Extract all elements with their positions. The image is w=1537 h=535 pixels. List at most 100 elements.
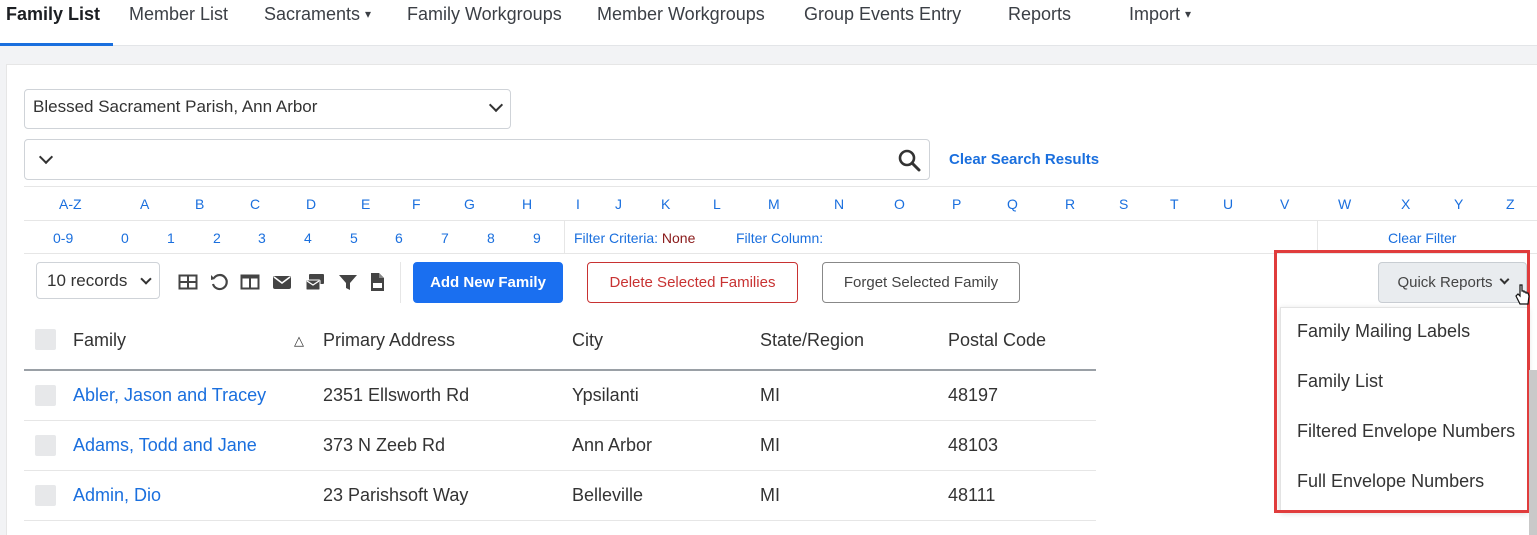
active-tab-indicator bbox=[0, 43, 113, 46]
add-new-family-button[interactable]: Add New Family bbox=[413, 262, 563, 303]
alpha-link[interactable]: V bbox=[1280, 196, 1289, 212]
alpha-link[interactable]: L bbox=[713, 196, 721, 212]
postal-code-cell: 48103 bbox=[948, 435, 999, 455]
tab-reports[interactable]: Reports bbox=[1008, 4, 1071, 25]
state-cell: MI bbox=[760, 385, 780, 405]
alpha-link[interactable]: M bbox=[768, 196, 780, 212]
divider bbox=[400, 262, 401, 303]
row-checkbox[interactable] bbox=[35, 385, 56, 406]
filter-icon[interactable] bbox=[338, 272, 358, 292]
search-icon[interactable] bbox=[897, 148, 921, 172]
column-header-primary-address[interactable]: Primary Address bbox=[323, 330, 455, 351]
column-header-state-region[interactable]: State/Region bbox=[760, 330, 864, 351]
state-cell: MI bbox=[760, 435, 780, 455]
top-nav: Family List Member List Sacraments ▾ Fami… bbox=[0, 0, 1537, 46]
row-checkbox[interactable] bbox=[35, 485, 56, 506]
alpha-link[interactable]: B bbox=[195, 196, 204, 212]
family-name-link[interactable]: Admin, Dio bbox=[73, 485, 161, 506]
parish-select[interactable]: Blessed Sacrament Parish, Ann Arbor bbox=[24, 89, 511, 129]
row-checkbox[interactable] bbox=[35, 435, 56, 456]
column-header-postal-code[interactable]: Postal Code bbox=[948, 330, 1046, 351]
alpha-link[interactable]: C bbox=[250, 196, 260, 212]
column-header-family[interactable]: Family bbox=[73, 330, 126, 351]
alpha-link[interactable]: X bbox=[1401, 196, 1410, 212]
tab-sacraments[interactable]: Sacraments ▾ bbox=[264, 4, 371, 25]
alpha-link[interactable]: Z bbox=[1506, 196, 1515, 212]
alpha-link[interactable]: Y bbox=[1454, 196, 1463, 212]
alpha-link[interactable]: P bbox=[952, 196, 961, 212]
filter-column[interactable]: Filter Column: bbox=[736, 230, 823, 246]
records-per-page-value: 10 records bbox=[47, 271, 128, 290]
email-icon[interactable] bbox=[272, 272, 292, 292]
alpha-link[interactable]: H bbox=[522, 196, 532, 212]
columns-icon[interactable] bbox=[178, 272, 198, 292]
alpha-link[interactable]: A bbox=[140, 196, 149, 212]
alpha-link[interactable]: E bbox=[361, 196, 370, 212]
alpha-link[interactable]: D bbox=[306, 196, 316, 212]
alpha-link[interactable]: S bbox=[1119, 196, 1128, 212]
envelope-group-icon[interactable] bbox=[305, 272, 325, 292]
digit-link[interactable]: 3 bbox=[258, 230, 266, 246]
digit-link[interactable]: 5 bbox=[350, 230, 358, 246]
csv-export-icon[interactable] bbox=[367, 272, 387, 292]
caret-down-icon: ▾ bbox=[365, 7, 372, 21]
chevron-down-icon[interactable] bbox=[38, 149, 54, 165]
tab-group-events-entry[interactable]: Group Events Entry bbox=[804, 4, 961, 25]
reset-icon[interactable] bbox=[209, 272, 229, 292]
digit-link[interactable]: 9 bbox=[533, 230, 541, 246]
alpha-link[interactable]: U bbox=[1223, 196, 1233, 212]
alpha-link[interactable]: I bbox=[576, 196, 580, 212]
column-header-city[interactable]: City bbox=[572, 330, 603, 351]
digit-link[interactable]: 0-9 bbox=[53, 230, 73, 246]
tab-member-list[interactable]: Member List bbox=[129, 4, 228, 25]
digit-link[interactable]: 0 bbox=[121, 230, 129, 246]
alpha-link[interactable]: O bbox=[894, 196, 905, 212]
digit-link[interactable]: 4 bbox=[304, 230, 312, 246]
state-cell: MI bbox=[760, 485, 780, 505]
alpha-link[interactable]: R bbox=[1065, 196, 1075, 212]
alpha-link[interactable]: A-Z bbox=[59, 196, 82, 212]
digit-filter-row: 0-9 0 1 2 3 4 5 6 7 8 9 Filter Criteria:… bbox=[24, 220, 1537, 254]
header-divider bbox=[24, 369, 1096, 371]
address-cell: 373 N Zeeb Rd bbox=[323, 435, 446, 455]
alpha-link[interactable]: T bbox=[1170, 196, 1179, 212]
alpha-link[interactable]: G bbox=[464, 196, 475, 212]
filter-criteria[interactable]: Filter Criteria: None bbox=[574, 230, 695, 246]
postal-code-cell: 48197 bbox=[948, 385, 999, 405]
digit-link[interactable]: 2 bbox=[213, 230, 221, 246]
digit-link[interactable]: 1 bbox=[167, 230, 175, 246]
tab-import[interactable]: Import ▾ bbox=[1129, 4, 1191, 25]
clear-search-results-link[interactable]: Clear Search Results bbox=[949, 151, 1099, 168]
row-divider bbox=[24, 420, 1096, 421]
sort-asc-icon[interactable]: △ bbox=[294, 333, 304, 349]
alpha-link[interactable]: W bbox=[1338, 196, 1351, 212]
address-cell: 23 Parishsoft Way bbox=[323, 485, 469, 505]
alpha-link[interactable]: F bbox=[412, 196, 421, 212]
alpha-link[interactable]: Q bbox=[1007, 196, 1018, 212]
alpha-link[interactable]: N bbox=[834, 196, 844, 212]
tab-family-list[interactable]: Family List bbox=[6, 4, 100, 25]
forget-selected-family-button[interactable]: Forget Selected Family bbox=[822, 262, 1020, 303]
digit-link[interactable]: 8 bbox=[487, 230, 495, 246]
records-per-page-select[interactable]: 10 records bbox=[36, 262, 160, 299]
city-cell: Ypsilanti bbox=[572, 385, 639, 405]
alpha-link[interactable]: J bbox=[615, 196, 622, 212]
split-view-icon[interactable] bbox=[240, 272, 260, 292]
family-name-link[interactable]: Adams, Todd and Jane bbox=[73, 435, 257, 456]
delete-selected-families-button[interactable]: Delete Selected Families bbox=[587, 262, 798, 303]
postal-code-cell: 48111 bbox=[948, 485, 996, 505]
family-name-link[interactable]: Abler, Jason and Tracey bbox=[73, 385, 266, 406]
alpha-link[interactable]: K bbox=[661, 196, 670, 212]
digit-link[interactable]: 7 bbox=[441, 230, 449, 246]
search-input[interactable] bbox=[24, 139, 930, 180]
tab-member-workgroups[interactable]: Member Workgroups bbox=[597, 4, 765, 25]
tab-sacraments-label: Sacraments bbox=[264, 4, 361, 24]
clear-filter-link[interactable]: Clear Filter bbox=[1388, 230, 1456, 246]
digit-link[interactable]: 6 bbox=[395, 230, 403, 246]
chevron-down-icon bbox=[488, 97, 504, 113]
chevron-down-icon bbox=[140, 273, 152, 285]
tab-family-workgroups[interactable]: Family Workgroups bbox=[407, 4, 562, 25]
scrollbar[interactable] bbox=[1529, 370, 1537, 535]
select-all-checkbox[interactable] bbox=[35, 329, 56, 350]
row-divider bbox=[24, 470, 1096, 471]
